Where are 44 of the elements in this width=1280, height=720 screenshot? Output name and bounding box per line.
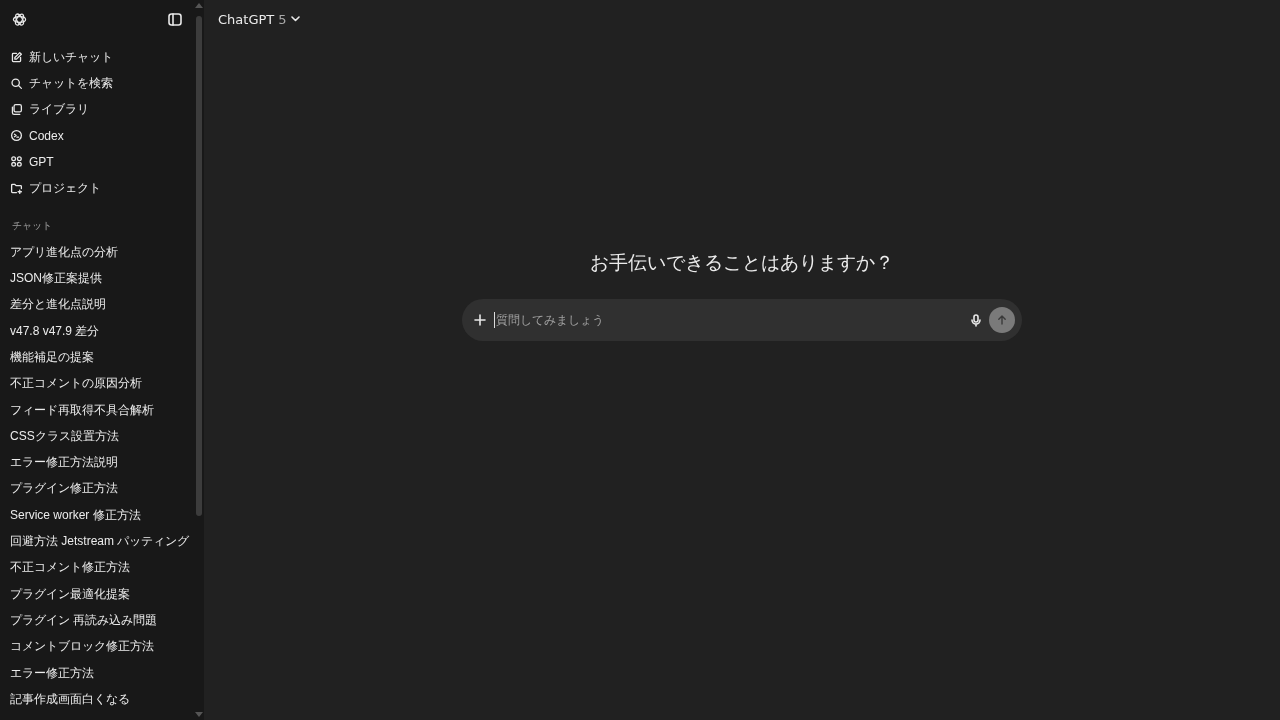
nav-item[interactable]: プロジェクト xyxy=(0,174,194,202)
sidebar-toggle-icon[interactable] xyxy=(168,12,182,26)
grid-circles-icon xyxy=(10,155,23,169)
scroll-up-icon[interactable] xyxy=(195,2,203,8)
model-selector[interactable]: ChatGPT 5 xyxy=(216,9,302,29)
message-composer[interactable]: 質問してみましょう xyxy=(462,299,1022,341)
chat-history-item[interactable]: Service worker 修正方法 xyxy=(0,502,194,529)
chat-history-item[interactable]: アプリ進化点の分析 xyxy=(0,239,194,266)
nav-item[interactable]: チャットを検索 xyxy=(0,70,194,97)
chat-history-item[interactable]: 不正コメントの原因分析 xyxy=(0,370,194,397)
chat-history-item[interactable]: 記事作成画面白くなる xyxy=(0,686,194,713)
plus-icon[interactable] xyxy=(474,314,486,326)
chat-history-item[interactable]: コメントブロック修正方法 xyxy=(0,633,194,660)
chat-history-item[interactable]: プラグイン 再読み込み問題 xyxy=(0,607,194,634)
terminal-circle-icon xyxy=(10,129,23,143)
chat-history-item[interactable]: JSON修正案提供 xyxy=(0,265,194,292)
microphone-icon[interactable] xyxy=(971,313,981,327)
chat-history-item[interactable]: 機能補足の提案 xyxy=(0,344,194,371)
nav-item[interactable]: 新しいチャット xyxy=(0,44,194,71)
chat-history-item[interactable]: 差分と進化点説明 xyxy=(0,291,194,318)
chat-history-item[interactable]: CSSクラス設置方法 xyxy=(0,423,194,450)
chat-history-item[interactable]: v47.8 v47.9 差分 xyxy=(0,318,194,345)
message-input[interactable]: 質問してみましょう xyxy=(494,312,963,328)
chevron-down-icon xyxy=(290,16,300,22)
nav-item[interactable]: ライブラリ xyxy=(0,96,194,123)
chat-history-item[interactable]: プラグイン修正方法 xyxy=(0,475,194,503)
chat-history-item[interactable]: プラグイン最適化提案 xyxy=(0,581,194,608)
chat-history-item[interactable]: フィード再取得不具合解析 xyxy=(0,396,194,424)
section-title: チャット xyxy=(11,219,53,234)
nav-item[interactable]: GPT xyxy=(0,148,194,175)
stacked-images-icon xyxy=(10,102,23,116)
chat-history-item[interactable]: 不正コメント修正方法 xyxy=(0,554,194,581)
scrollbar-thumb[interactable] xyxy=(196,16,202,516)
scroll-down-icon[interactable] xyxy=(195,712,203,718)
pencil-square-icon xyxy=(10,50,23,64)
folder-plus-icon xyxy=(10,181,23,195)
welcome-heading: お手伝いできることはありますか？ xyxy=(590,250,894,275)
nav-item[interactable]: Codex xyxy=(0,122,194,149)
chat-history-item[interactable]: エラー修正方法 xyxy=(0,659,194,687)
logo-icon[interactable] xyxy=(12,11,27,27)
chat-history-item[interactable]: エラー修正方法説明 xyxy=(0,449,194,476)
chat-history-item[interactable]: 回避方法 Jetstream パッティング xyxy=(0,528,194,555)
arrow-up-icon xyxy=(997,315,1007,325)
search-icon xyxy=(10,76,23,90)
